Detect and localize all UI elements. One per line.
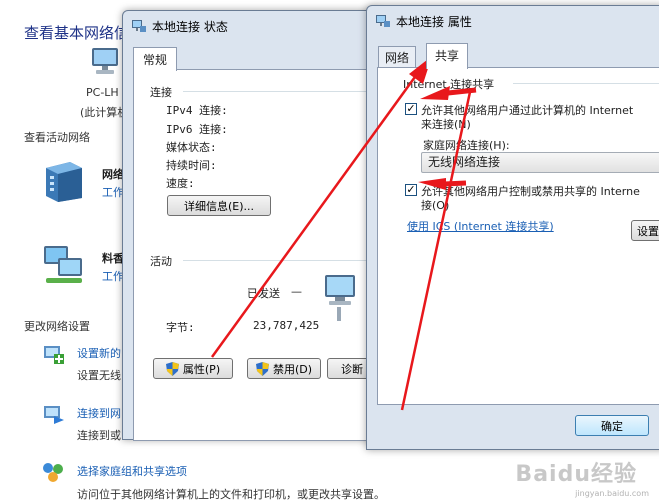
page-title: 查看基本网络信 xyxy=(24,24,130,42)
ipv6-connectivity-label: IPv6 连接: xyxy=(166,123,228,136)
task-setup-new-desc: 设置无线 xyxy=(77,369,121,382)
uac-shield-icon xyxy=(165,361,179,376)
ics-help-link[interactable]: 使用 ICS (Internet 连接共享) xyxy=(407,218,554,234)
activity-group-label: 活动 xyxy=(150,255,172,268)
network-adapter-icon xyxy=(376,15,390,27)
settings-button[interactable]: 设置 xyxy=(631,220,659,241)
disable-button[interactable]: 禁用(D) xyxy=(247,358,321,379)
network-2-type[interactable]: 工作 xyxy=(102,268,124,284)
home-network-select[interactable]: 无线网络连接 xyxy=(421,152,659,173)
allow-control-label: 允许其他网络用户控制或禁用共享的 Interne xyxy=(421,185,640,198)
task-setup-new-link[interactable]: 设置新的 xyxy=(77,345,121,361)
network-building-icon xyxy=(46,162,82,202)
connection-group-divider xyxy=(183,91,373,92)
sent-label: 已发送 xyxy=(247,287,280,300)
task-connect-desc: 连接到或 xyxy=(77,429,121,442)
network-monitors-icon xyxy=(44,246,82,283)
network-2-name: 料香 xyxy=(102,252,124,265)
task-homegroup-desc: 访问位于其他网络计算机上的文件和打印机，或更改共享设置。 xyxy=(77,488,385,500)
active-networks-heading: 查看活动网络 xyxy=(24,131,90,144)
ipv4-connectivity-label: IPv4 连接: xyxy=(166,104,228,117)
details-button[interactable]: 详细信息(E)... xyxy=(167,195,271,216)
connection-group-label: 连接 xyxy=(150,86,172,99)
ok-button[interactable]: 确定 xyxy=(575,415,649,436)
task-homegroup-link[interactable]: 选择家庭组和共享选项 xyxy=(77,463,187,479)
allow-connect-label-line2: 来连接(N) xyxy=(421,118,471,131)
ics-group-label: Internet 连接共享 xyxy=(403,78,495,91)
computer-name: PC-LH xyxy=(86,86,119,99)
activity-computers-icon xyxy=(325,275,355,321)
connect-network-icon xyxy=(44,406,64,424)
properties-window: 本地连接 属性 网络 共享 Internet 连接共享 ✓ 允许其他网络用户通过… xyxy=(366,5,659,450)
status-window-title: 本地连接 状态 xyxy=(152,20,228,34)
allow-control-checkbox[interactable]: ✓ xyxy=(405,184,417,196)
network-1-name: 网络 xyxy=(102,168,124,181)
properties-window-title: 本地连接 属性 xyxy=(396,15,472,29)
setup-connection-icon xyxy=(44,346,64,364)
tab-sharing[interactable]: 共享 xyxy=(426,43,469,69)
status-window: 本地连接 状态 常规 连接 IPv4 连接: IPv6 连接: 媒体状态: 持续… xyxy=(122,10,381,441)
allow-control-label-line2: 接(O) xyxy=(421,199,450,212)
network-1-type[interactable]: 工作 xyxy=(102,184,124,200)
properties-button[interactable]: 属性(P) xyxy=(153,358,233,379)
change-settings-heading: 更改网络设置 xyxy=(24,320,90,333)
home-network-label: 家庭网络连接(H): xyxy=(423,139,510,152)
speed-label: 速度: xyxy=(166,177,195,190)
tab-networking[interactable]: 网络 xyxy=(378,46,417,68)
tab-general[interactable]: 常规 xyxy=(133,47,178,71)
activity-group-divider xyxy=(183,260,373,261)
computer-icon xyxy=(92,48,118,74)
properties-button-label: 属性(P) xyxy=(182,362,221,376)
allow-connect-checkbox[interactable]: ✓ xyxy=(405,103,417,115)
homegroup-icon xyxy=(43,463,63,482)
duration-label: 持续时间: xyxy=(166,159,217,172)
media-state-label: 媒体状态: xyxy=(166,141,217,154)
ics-group-divider xyxy=(513,83,659,84)
network-adapter-icon xyxy=(132,20,146,32)
bytes-sent-value: 23,787,425 xyxy=(253,319,320,332)
uac-shield-icon xyxy=(255,361,269,376)
watermark-url: jingyan.baidu.com xyxy=(575,489,649,498)
watermark-logo: Baidu经验 xyxy=(515,462,637,487)
disable-button-label: 禁用(D) xyxy=(272,362,313,376)
sent-dash: — xyxy=(291,285,302,298)
task-connect-link[interactable]: 连接到网 xyxy=(77,405,121,421)
bytes-label: 字节: xyxy=(166,321,195,334)
